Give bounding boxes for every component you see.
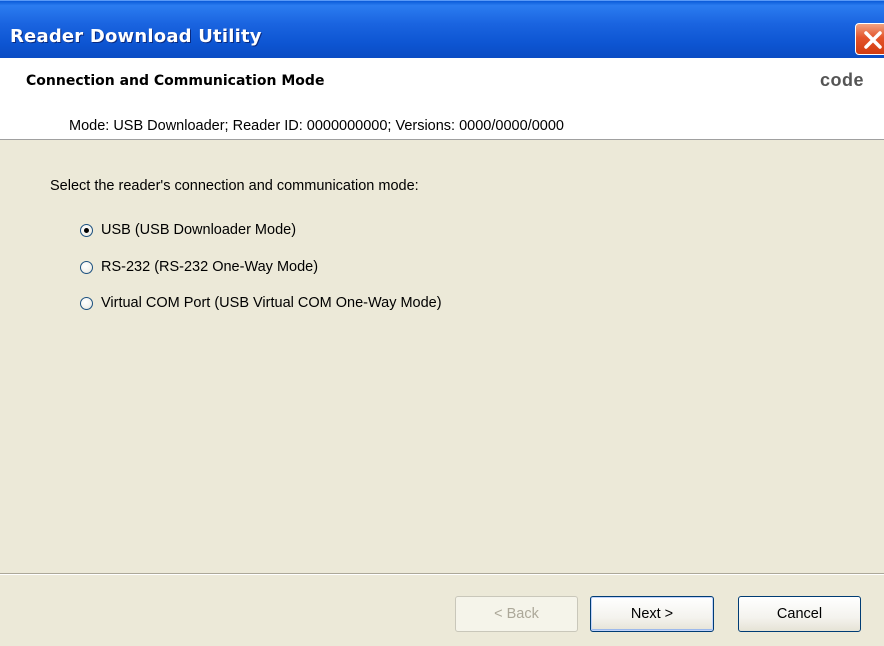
cancel-button[interactable]: Cancel [738,596,861,632]
next-button[interactable]: Next > [590,596,714,632]
radio-option-rs232[interactable]: RS-232 (RS-232 One-Way Mode) [80,258,318,276]
brand-logo: code [820,70,865,90]
radio-button-usb[interactable] [80,223,93,237]
radio-option-virtual-com[interactable]: Virtual COM Port (USB Virtual COM One-Wa… [80,294,442,312]
radio-button-virtual-com[interactable] [80,296,93,310]
device-info-text: Mode: USB Downloader; Reader ID: 0000000… [69,118,564,134]
title-bar[interactable]: Reader Download Utility [0,0,884,58]
footer-divider [0,573,884,575]
window-title: Reader Download Utility [10,26,262,47]
header-panel: Connection and Communication Mode code M… [0,58,884,140]
back-button[interactable]: < Back [455,596,578,632]
radio-label-virtual-com[interactable]: Virtual COM Port (USB Virtual COM One-Wa… [101,295,442,311]
close-button[interactable] [855,23,884,55]
radio-button-rs232[interactable] [80,260,93,274]
radio-label-rs232[interactable]: RS-232 (RS-232 One-Way Mode) [101,259,318,275]
dialog-window: Reader Download Utility Connection and C… [0,0,884,646]
mode-prompt: Select the reader's connection and commu… [50,178,419,194]
close-x-icon [864,31,882,49]
radio-label-usb[interactable]: USB (USB Downloader Mode) [101,222,296,238]
page-title: Connection and Communication Mode [26,73,325,89]
radio-option-usb[interactable]: USB (USB Downloader Mode) [80,221,296,239]
